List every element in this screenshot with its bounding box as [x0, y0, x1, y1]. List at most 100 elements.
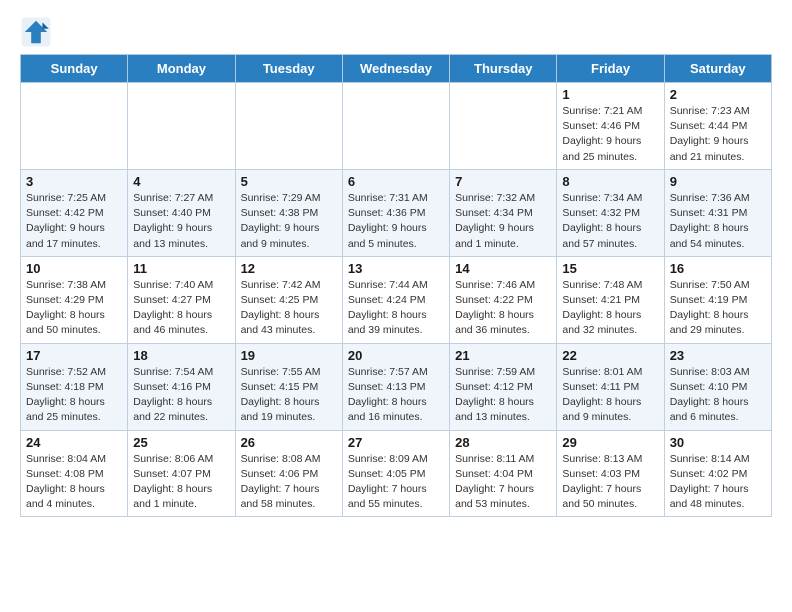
calendar-cell: 24Sunrise: 8:04 AM Sunset: 4:08 PM Dayli… [21, 430, 128, 517]
day-number: 3 [26, 174, 122, 189]
calendar-cell: 8 Sunrise: 7:34 AM Sunset: 4:32 PM Daylig… [557, 169, 664, 256]
day-number: 13 [348, 261, 444, 276]
day-info: Sunrise: 7:36 AM Sunset: 4:31 PM Dayligh… [670, 191, 766, 252]
day-info: Sunrise: 7:54 AM Sunset: 4:16 PM Dayligh… [133, 365, 229, 426]
calendar-cell: 1Sunrise: 7:21 AM Sunset: 4:46 PM Daylig… [557, 83, 664, 170]
calendar-cell: 18Sunrise: 7:54 AM Sunset: 4:16 PM Dayli… [128, 343, 235, 430]
calendar-cell: 28Sunrise: 8:11 AM Sunset: 4:04 PM Dayli… [450, 430, 557, 517]
day-number: 30 [670, 435, 766, 450]
day-info: Sunrise: 7:34 AM Sunset: 4:32 PM Dayligh… [562, 191, 658, 252]
calendar: SundayMondayTuesdayWednesdayThursdayFrid… [20, 54, 772, 517]
calendar-cell: 2 Sunrise: 7:23 AM Sunset: 4:44 PM Daylig… [664, 83, 771, 170]
calendar-cell: 17 Sunrise: 7:52 AM Sunset: 4:18 PM Dayli… [21, 343, 128, 430]
calendar-cell: 14 Sunrise: 7:46 AM Sunset: 4:22 PM Dayli… [450, 256, 557, 343]
day-info: Sunrise: 7:44 AM Sunset: 4:24 PM Dayligh… [348, 278, 444, 339]
day-number: 21 [455, 348, 551, 363]
logo-icon [20, 16, 52, 48]
calendar-cell: 30 Sunrise: 8:14 AM Sunset: 4:02 PM Dayli… [664, 430, 771, 517]
day-info: Sunrise: 7:48 AM Sunset: 4:21 PM Dayligh… [562, 278, 658, 339]
calendar-cell: 5Sunrise: 7:29 AM Sunset: 4:38 PM Daylig… [235, 169, 342, 256]
calendar-cell [450, 83, 557, 170]
day-number: 15 [562, 261, 658, 276]
calendar-cell: 26 Sunrise: 8:08 AM Sunset: 4:06 PM Dayli… [235, 430, 342, 517]
day-info: Sunrise: 7:50 AM Sunset: 4:19 PM Dayligh… [670, 278, 766, 339]
calendar-cell: 15 Sunrise: 7:48 AM Sunset: 4:21 PM Dayli… [557, 256, 664, 343]
day-info: Sunrise: 7:27 AM Sunset: 4:40 PM Dayligh… [133, 191, 229, 252]
day-info: Sunrise: 7:46 AM Sunset: 4:22 PM Dayligh… [455, 278, 551, 339]
day-number: 14 [455, 261, 551, 276]
calendar-header-row: SundayMondayTuesdayWednesdayThursdayFrid… [21, 55, 772, 83]
calendar-cell [128, 83, 235, 170]
calendar-week-1: 3 Sunrise: 7:25 AM Sunset: 4:42 PM Daylig… [21, 169, 772, 256]
day-number: 11 [133, 261, 229, 276]
day-number: 16 [670, 261, 766, 276]
day-number: 20 [348, 348, 444, 363]
calendar-cell: 4 Sunrise: 7:27 AM Sunset: 4:40 PM Daylig… [128, 169, 235, 256]
day-number: 29 [562, 435, 658, 450]
calendar-cell: 9 Sunrise: 7:36 AM Sunset: 4:31 PM Daylig… [664, 169, 771, 256]
day-number: 25 [133, 435, 229, 450]
calendar-cell: 22 Sunrise: 8:01 AM Sunset: 4:11 PM Dayli… [557, 343, 664, 430]
calendar-cell [21, 83, 128, 170]
day-number: 28 [455, 435, 551, 450]
calendar-cell: 20 Sunrise: 7:57 AM Sunset: 4:13 PM Dayli… [342, 343, 449, 430]
day-info: Sunrise: 8:08 AM Sunset: 4:06 PM Dayligh… [241, 452, 337, 513]
day-info: Sunrise: 7:52 AM Sunset: 4:18 PM Dayligh… [26, 365, 122, 426]
day-info: Sunrise: 7:32 AM Sunset: 4:34 PM Dayligh… [455, 191, 551, 252]
day-number: 6 [348, 174, 444, 189]
calendar-cell: 23Sunrise: 8:03 AM Sunset: 4:10 PM Dayli… [664, 343, 771, 430]
day-info: Sunrise: 7:21 AM Sunset: 4:46 PM Dayligh… [562, 104, 658, 165]
calendar-cell: 19Sunrise: 7:55 AM Sunset: 4:15 PM Dayli… [235, 343, 342, 430]
calendar-cell: 29 Sunrise: 8:13 AM Sunset: 4:03 PM Dayli… [557, 430, 664, 517]
calendar-week-3: 17 Sunrise: 7:52 AM Sunset: 4:18 PM Dayli… [21, 343, 772, 430]
day-header-wednesday: Wednesday [342, 55, 449, 83]
calendar-cell [342, 83, 449, 170]
calendar-cell: 21 Sunrise: 7:59 AM Sunset: 4:12 PM Dayli… [450, 343, 557, 430]
day-info: Sunrise: 8:09 AM Sunset: 4:05 PM Dayligh… [348, 452, 444, 513]
day-info: Sunrise: 7:38 AM Sunset: 4:29 PM Dayligh… [26, 278, 122, 339]
day-info: Sunrise: 8:13 AM Sunset: 4:03 PM Dayligh… [562, 452, 658, 513]
day-number: 8 [562, 174, 658, 189]
page: SundayMondayTuesdayWednesdayThursdayFrid… [0, 0, 792, 533]
day-header-thursday: Thursday [450, 55, 557, 83]
day-number: 12 [241, 261, 337, 276]
calendar-week-4: 24Sunrise: 8:04 AM Sunset: 4:08 PM Dayli… [21, 430, 772, 517]
calendar-cell: 25 Sunrise: 8:06 AM Sunset: 4:07 PM Dayli… [128, 430, 235, 517]
day-info: Sunrise: 7:23 AM Sunset: 4:44 PM Dayligh… [670, 104, 766, 165]
day-info: Sunrise: 7:57 AM Sunset: 4:13 PM Dayligh… [348, 365, 444, 426]
day-number: 2 [670, 87, 766, 102]
day-number: 22 [562, 348, 658, 363]
day-number: 10 [26, 261, 122, 276]
day-header-friday: Friday [557, 55, 664, 83]
day-number: 9 [670, 174, 766, 189]
day-number: 4 [133, 174, 229, 189]
calendar-cell: 16 Sunrise: 7:50 AM Sunset: 4:19 PM Dayli… [664, 256, 771, 343]
calendar-cell: 13 Sunrise: 7:44 AM Sunset: 4:24 PM Dayli… [342, 256, 449, 343]
day-number: 7 [455, 174, 551, 189]
calendar-cell: 10 Sunrise: 7:38 AM Sunset: 4:29 PM Dayli… [21, 256, 128, 343]
calendar-cell: 7 Sunrise: 7:32 AM Sunset: 4:34 PM Daylig… [450, 169, 557, 256]
day-number: 17 [26, 348, 122, 363]
calendar-week-0: 1Sunrise: 7:21 AM Sunset: 4:46 PM Daylig… [21, 83, 772, 170]
calendar-week-2: 10 Sunrise: 7:38 AM Sunset: 4:29 PM Dayli… [21, 256, 772, 343]
day-info: Sunrise: 7:31 AM Sunset: 4:36 PM Dayligh… [348, 191, 444, 252]
day-info: Sunrise: 8:04 AM Sunset: 4:08 PM Dayligh… [26, 452, 122, 513]
calendar-cell: 11Sunrise: 7:40 AM Sunset: 4:27 PM Dayli… [128, 256, 235, 343]
day-info: Sunrise: 7:25 AM Sunset: 4:42 PM Dayligh… [26, 191, 122, 252]
day-number: 27 [348, 435, 444, 450]
day-info: Sunrise: 8:14 AM Sunset: 4:02 PM Dayligh… [670, 452, 766, 513]
calendar-cell: 3 Sunrise: 7:25 AM Sunset: 4:42 PM Daylig… [21, 169, 128, 256]
logo [20, 16, 56, 48]
day-info: Sunrise: 7:59 AM Sunset: 4:12 PM Dayligh… [455, 365, 551, 426]
day-info: Sunrise: 7:42 AM Sunset: 4:25 PM Dayligh… [241, 278, 337, 339]
day-info: Sunrise: 8:06 AM Sunset: 4:07 PM Dayligh… [133, 452, 229, 513]
calendar-cell: 12 Sunrise: 7:42 AM Sunset: 4:25 PM Dayli… [235, 256, 342, 343]
calendar-cell [235, 83, 342, 170]
day-info: Sunrise: 8:01 AM Sunset: 4:11 PM Dayligh… [562, 365, 658, 426]
day-header-monday: Monday [128, 55, 235, 83]
day-number: 5 [241, 174, 337, 189]
header [20, 16, 772, 48]
day-number: 26 [241, 435, 337, 450]
day-header-sunday: Sunday [21, 55, 128, 83]
calendar-cell: 6 Sunrise: 7:31 AM Sunset: 4:36 PM Daylig… [342, 169, 449, 256]
